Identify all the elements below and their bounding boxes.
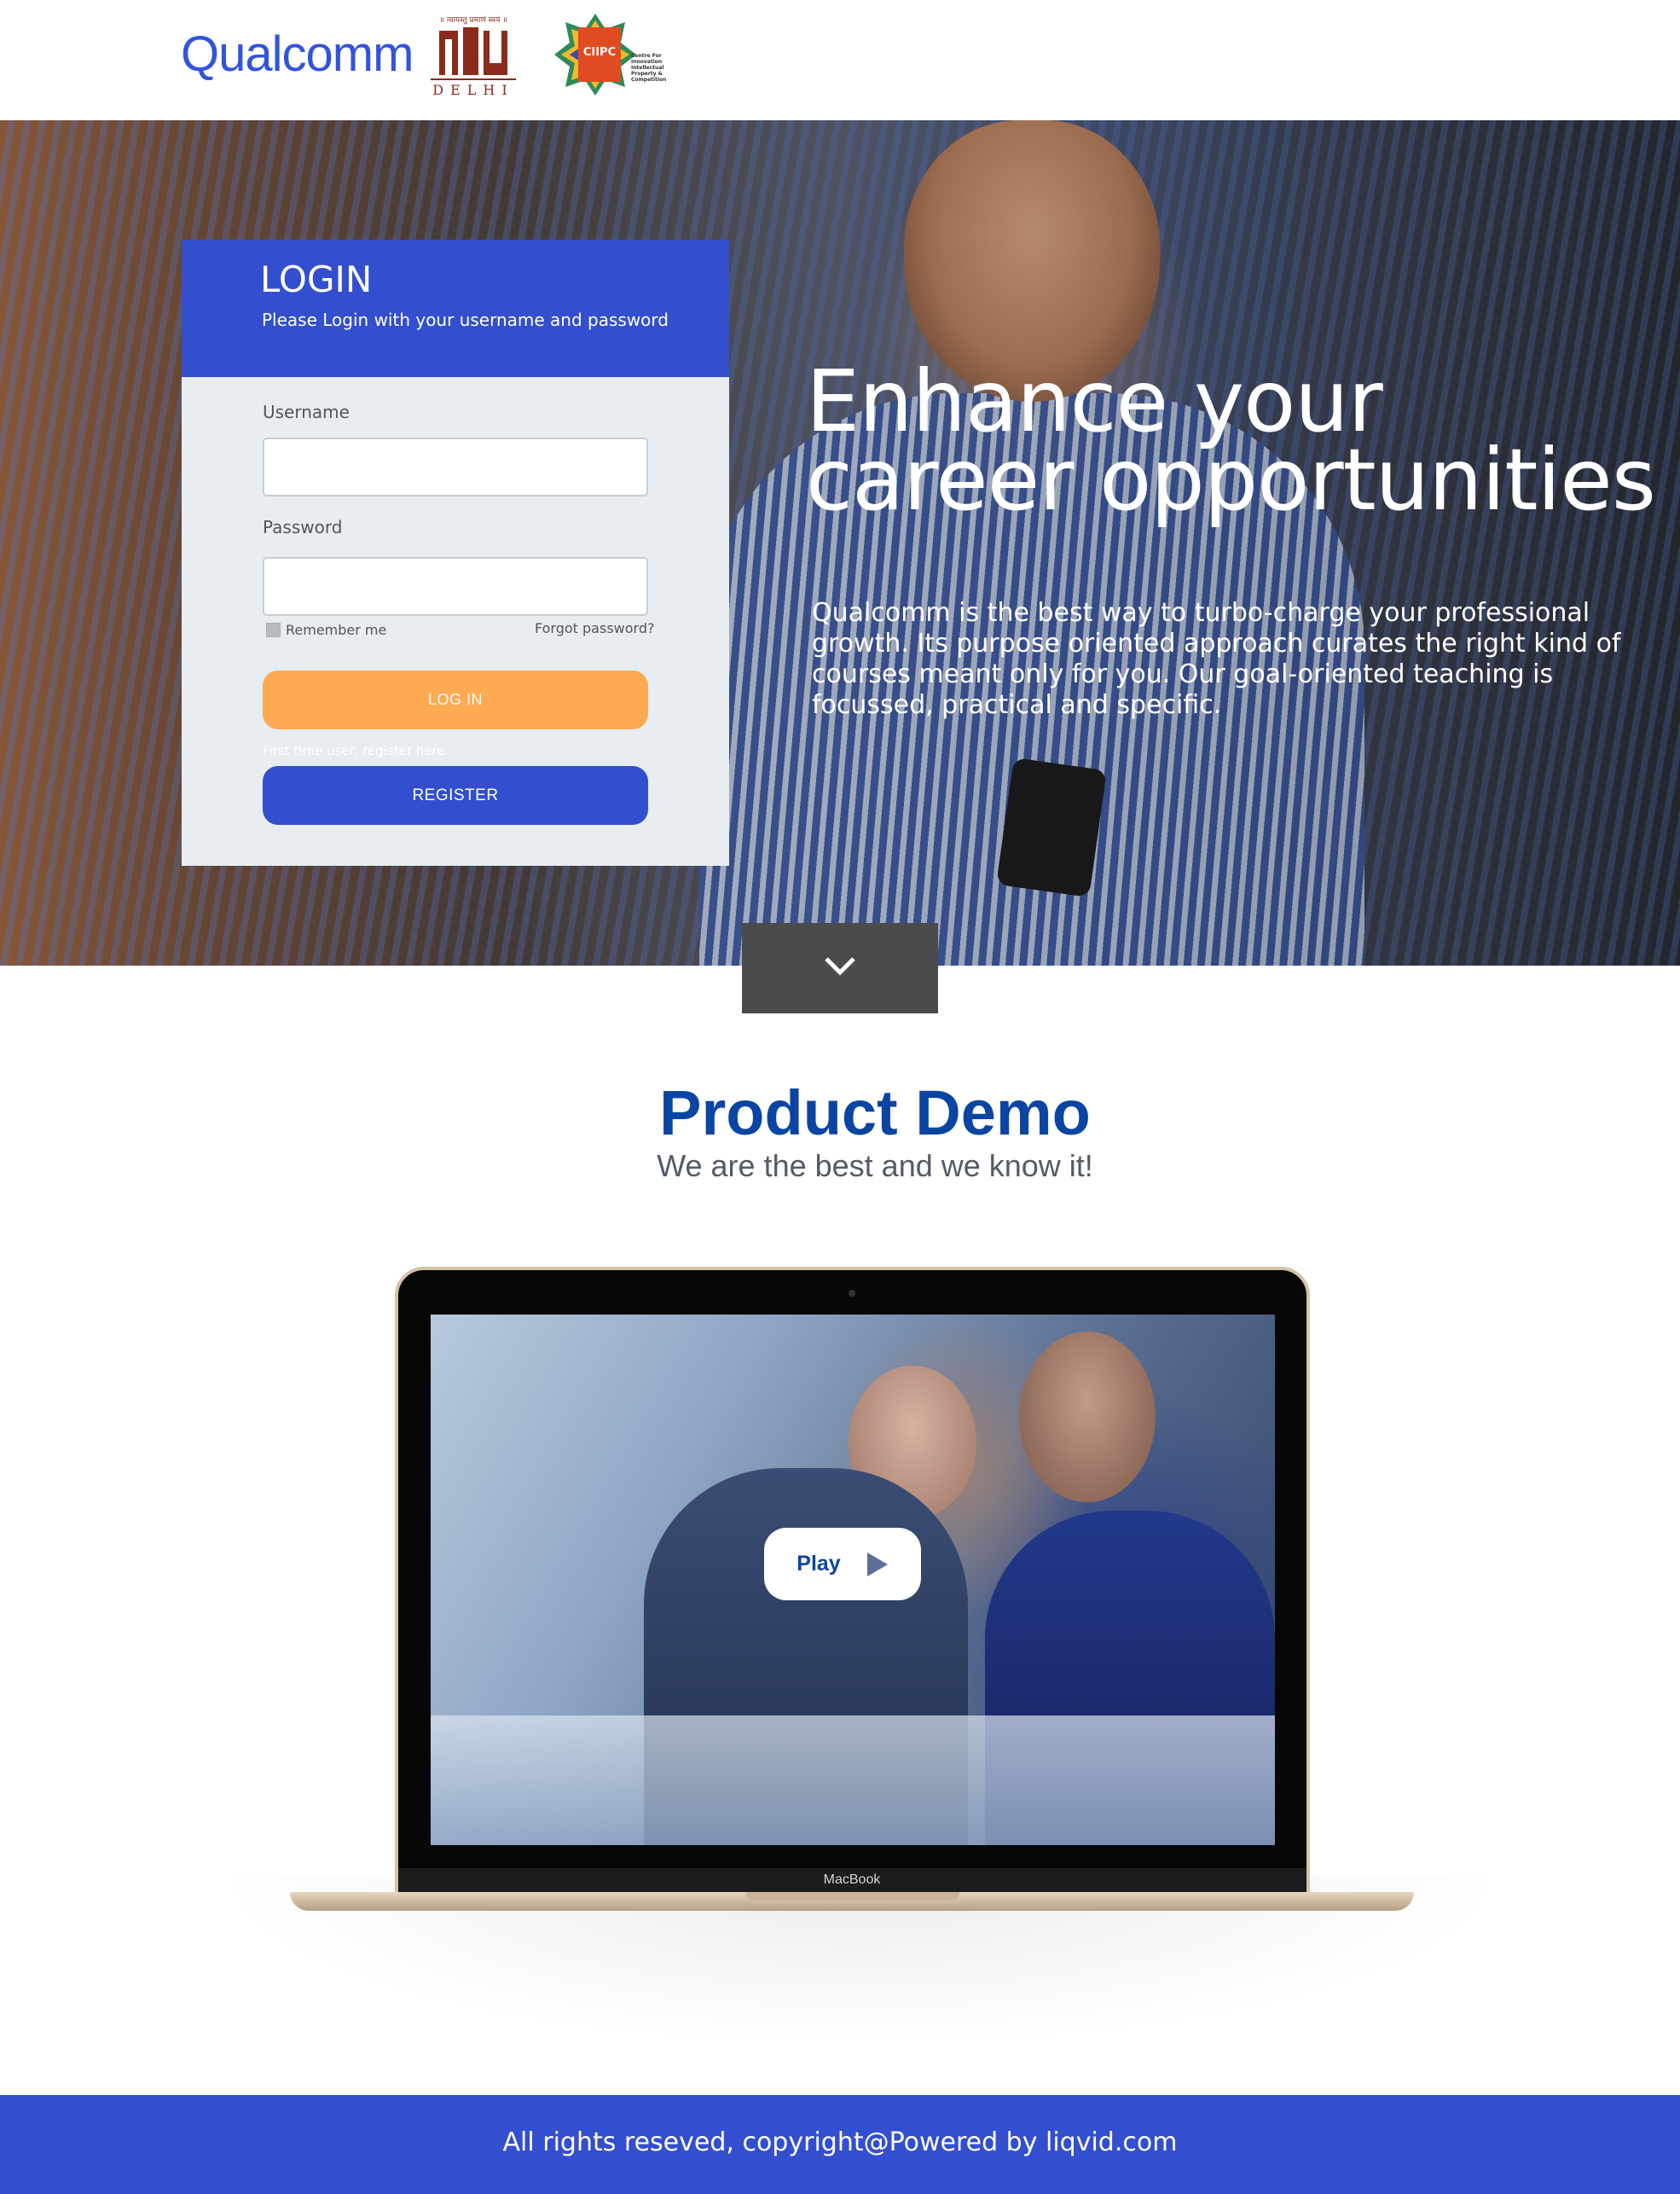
site-header: Qualcomm ॥ न्यायस्तु प्रमाणं स्वयं ॥ DEL… bbox=[0, 0, 1680, 120]
ciipc-badge: CIIPC bbox=[578, 27, 621, 82]
nlu-city-label: DELHI bbox=[431, 78, 516, 98]
forgot-password-link[interactable]: Forgot password? bbox=[535, 620, 654, 636]
laptop-camera bbox=[849, 1290, 855, 1297]
video-person-right bbox=[1019, 1332, 1156, 1502]
nlu-tagline: ॥ न्यायस्तु प्रमाणं स्वयं ॥ bbox=[439, 16, 507, 25]
play-icon bbox=[866, 1552, 888, 1576]
remember-me[interactable]: Remember me bbox=[266, 622, 386, 638]
login-subtitle: Please Login with your username and pass… bbox=[262, 310, 669, 330]
product-demo-title: Product Demo bbox=[659, 1077, 1091, 1148]
laptop-brand-label: MacBook bbox=[823, 1872, 881, 1887]
username-label: Username bbox=[263, 402, 350, 422]
site-footer: All rights reseved, copyright@Powered by… bbox=[0, 2095, 1680, 2194]
login-button[interactable]: LOG IN bbox=[263, 670, 648, 729]
remember-label: Remember me bbox=[286, 622, 387, 638]
login-card: LOGIN Please Login with your username an… bbox=[182, 240, 729, 866]
remember-checkbox[interactable] bbox=[266, 623, 281, 637]
hero-title: Enhance your career opportunities bbox=[806, 351, 1656, 530]
login-title: LOGIN bbox=[260, 258, 373, 300]
password-input[interactable] bbox=[263, 557, 648, 616]
first-time-register-text: First time user, register here bbox=[263, 743, 445, 758]
ciipc-full-name: Centre For Innovation Intellectual Prope… bbox=[631, 53, 667, 83]
play-label: Play bbox=[797, 1552, 841, 1576]
nlu-delhi-logo[interactable]: ॥ न्यायस्तु प्रमाणं स्वयं ॥ DELHI bbox=[431, 14, 516, 98]
product-demo-subtitle: We are the best and we know it! bbox=[657, 1148, 1093, 1183]
password-label: Password bbox=[263, 517, 343, 537]
nlu-mark-icon bbox=[439, 27, 507, 75]
hero-description: Qualcomm is the best way to turbo-charge… bbox=[812, 598, 1621, 720]
qualcomm-logo[interactable]: Qualcomm bbox=[181, 26, 414, 83]
video-table bbox=[431, 1715, 1275, 1845]
play-video-button[interactable]: Play bbox=[764, 1528, 921, 1600]
chevron-down-icon bbox=[825, 957, 855, 976]
scroll-down-button[interactable] bbox=[742, 923, 938, 1013]
username-input[interactable] bbox=[263, 438, 648, 496]
register-button[interactable]: REGISTER bbox=[263, 766, 648, 825]
footer-copyright: All rights reseved, copyright@Powered by… bbox=[502, 2127, 1178, 2157]
ciipc-logo[interactable]: CIIPC Centre For Innovation Intellectual… bbox=[553, 12, 676, 97]
laptop-notch bbox=[746, 1892, 959, 1901]
login-header: LOGIN Please Login with your username an… bbox=[182, 240, 729, 377]
